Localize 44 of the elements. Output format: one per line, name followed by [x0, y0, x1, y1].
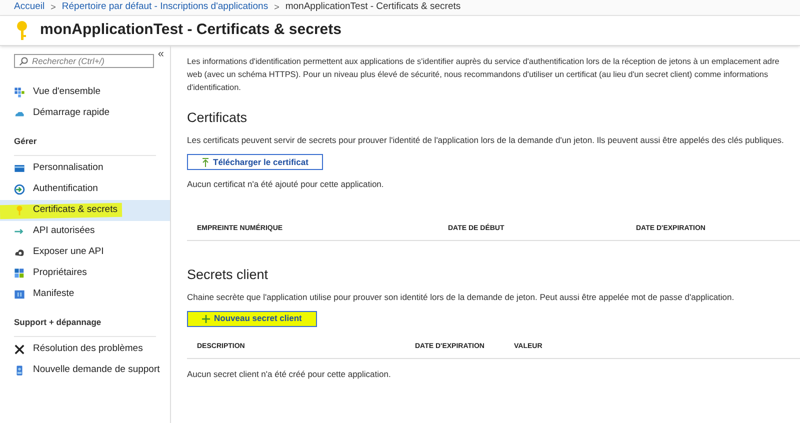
intro-text: d'identification. [187, 82, 241, 94]
nav-item[interactable]: Vue d'ensemble [0, 82, 170, 103]
new-secret-button[interactable]: Nouveau secret client [187, 310, 317, 327]
nav-item[interactable]: Démarrage rapide [0, 103, 170, 124]
nav-item[interactable]: Personnalisation [0, 158, 170, 179]
intro-text: web (avec un schéma HTTPS). Pour un niveau plus élevé de sécurité, nous recommandons d'utiliser un certificat (au lieu d'un secret client) comme informations [187, 69, 768, 81]
breadcrumb-link[interactable]: Répertoire par défaut - Inscriptions d'applications [62, 0, 268, 15]
arrow-icon [14, 226, 25, 237]
breadcrumb-current: monApplicationTest - Certificats & secrets [285, 0, 461, 14]
tools-icon [14, 344, 25, 355]
upload-icon [202, 158, 209, 166]
columns-icon [14, 289, 25, 300]
section-heading: Secrets client [187, 266, 268, 284]
empty-message: Aucun certificat n'a été ajouté pour cette application. [187, 178, 384, 191]
page-title: monApplicationTest - Certificats & secrets [40, 20, 342, 40]
grid-icon [14, 87, 25, 98]
section-heading: Gérer [14, 136, 37, 146]
nav-item[interactable]: Manifeste [0, 284, 170, 305]
tiles-icon [14, 268, 25, 279]
nav-item[interactable]: Authentification [0, 179, 170, 200]
intro-text: Les informations d'identification permettent aux applications de s'identifier auprès du service d'authentification lors de la réception de jetons à un emplacement adre [187, 56, 780, 68]
search-field[interactable]: Rechercher (Ctrl+/) [14, 54, 154, 68]
nav-item[interactable]: Nouvelle demande de support [0, 360, 170, 381]
plus-icon [202, 314, 210, 323]
section-heading: Certificats [187, 109, 248, 127]
nav-item[interactable]: Résolution des problèmes [0, 339, 170, 360]
nav-item[interactable]: Exposer une API [0, 242, 170, 263]
nav-item[interactable]: Certificats & secrets [0, 200, 170, 221]
empty-message: Aucun secret client n'a été créé pour cette application. [187, 368, 391, 380]
breadcrumb-separator: > [274, 0, 280, 14]
breadcrumb-link[interactable]: Accueil [14, 0, 45, 15]
sign-in-icon [14, 184, 25, 195]
section-heading: Support + dépannage [14, 317, 102, 327]
key-icon [14, 205, 25, 216]
upload-button[interactable]: Télécharger le certificat [187, 154, 324, 170]
card-icon [14, 163, 25, 174]
section-description: Chaine secrète que l'application utilise pour prouver son identité lors de la demande de jeton. Peut aussi être appelée mot de passe d'application. [187, 291, 734, 304]
nav-item[interactable]: API autorisées [0, 221, 170, 242]
key-icon [16, 20, 28, 40]
nav-item[interactable]: Propriétaires [0, 263, 170, 284]
section-description: Les certificats peuvent servir de secrets pour prouver l'identité de l'application lors de la demande d'un jeton. Ils peuvent aussi être appelés des clés publiques. [187, 134, 784, 147]
search-icon [19, 56, 28, 66]
breadcrumb-separator: > [50, 0, 56, 14]
collapse-button[interactable]: « [158, 49, 164, 60]
